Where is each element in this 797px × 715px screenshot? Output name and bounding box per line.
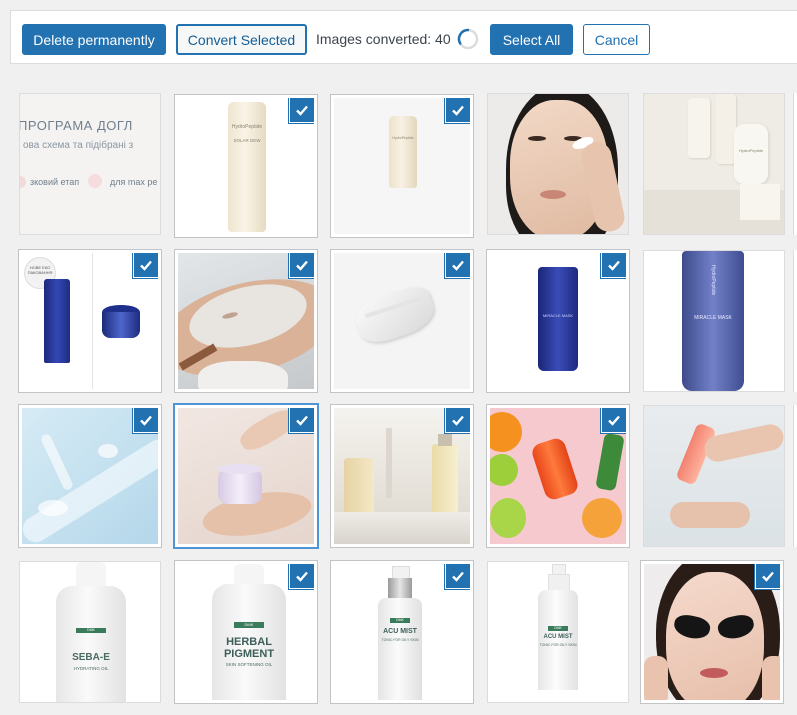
media-tile-focused[interactable]	[175, 405, 317, 547]
media-tile[interactable]: HydroPeptide MIRACLE MASK	[643, 250, 785, 392]
media-tile[interactable]	[643, 405, 785, 547]
promo-banner-thumbnail: ПРОГРАМА ДОГЛ ова схема та підібрані з з…	[20, 94, 160, 234]
media-tile[interactable]	[487, 405, 629, 547]
banner-heading: ПРОГРАМА ДОГЛ	[20, 118, 133, 133]
media-grid: ПРОГРАМА ДОГЛ ова схема та підібрані з з…	[0, 0, 797, 715]
selected-checkmark-icon[interactable]	[446, 408, 470, 432]
media-tile-partial	[793, 93, 797, 235]
media-tile[interactable]: DMK ACU MIST TONIC FOR OILY SKIN	[331, 561, 473, 703]
media-tile[interactable]: ПРОГРАМА ДОГЛ ова схема та підібрані з з…	[19, 93, 161, 235]
selected-checkmark-icon[interactable]	[446, 253, 470, 277]
media-tile[interactable]: HydroPeptide SOLAR DEW	[175, 95, 317, 237]
selected-checkmark-icon[interactable]	[290, 564, 314, 588]
seba-e-bottle-thumbnail: DMK SEBA-E HYDRATING OIL	[20, 562, 160, 702]
banner-max-label: для max ре	[110, 177, 158, 187]
media-tile-partial	[793, 405, 797, 547]
selected-checkmark-icon[interactable]	[290, 408, 314, 432]
selected-checkmark-icon[interactable]	[602, 253, 626, 277]
white-bottles-thumbnail: HydroPeptide	[644, 94, 784, 234]
selected-checkmark-icon[interactable]	[756, 564, 780, 588]
media-tile[interactable]	[331, 405, 473, 547]
selected-checkmark-icon[interactable]	[290, 253, 314, 277]
media-tile[interactable]	[487, 93, 629, 235]
woman-applying-cream-thumbnail	[488, 94, 628, 234]
banner-stage-label: зковий етап	[30, 177, 80, 187]
selected-checkmark-icon[interactable]	[602, 408, 626, 432]
media-tile-partial	[793, 250, 797, 392]
media-tile[interactable]: DMK HERBAL PIGMENT SKIN SOFTENING OIL	[175, 561, 317, 703]
media-tile[interactable]: MIRACLE MASK	[487, 250, 629, 392]
selected-checkmark-icon[interactable]	[134, 253, 158, 277]
media-tile[interactable]	[175, 250, 317, 392]
small-acu-mist-thumbnail: DMK ACU MIST TONIC FOR OILY SKIN	[488, 562, 628, 702]
media-tile[interactable]: HydroPeptide	[331, 95, 473, 237]
media-tile[interactable]: HydroPeptide	[643, 93, 785, 235]
media-tile[interactable]: DMK SEBA-E HYDRATING OIL	[19, 561, 161, 703]
selected-checkmark-icon[interactable]	[446, 564, 470, 588]
media-tile[interactable]	[641, 561, 783, 703]
banner-subtext: ова схема та підібрані з	[23, 140, 134, 151]
media-tile[interactable]	[331, 250, 473, 392]
media-tile[interactable]	[19, 405, 161, 547]
selected-checkmark-icon[interactable]	[446, 98, 470, 122]
media-tile[interactable]: DMK ACU MIST TONIC FOR OILY SKIN	[487, 561, 629, 703]
media-tile[interactable]: НОВЕ ЕКО ПАКОВАННЯ	[19, 250, 161, 392]
large-miracle-mask-thumbnail: HydroPeptide MIRACLE MASK	[644, 251, 784, 391]
selected-checkmark-icon[interactable]	[290, 98, 314, 122]
selected-checkmark-icon[interactable]	[134, 408, 158, 432]
hands-pink-tube-thumbnail	[644, 406, 784, 546]
